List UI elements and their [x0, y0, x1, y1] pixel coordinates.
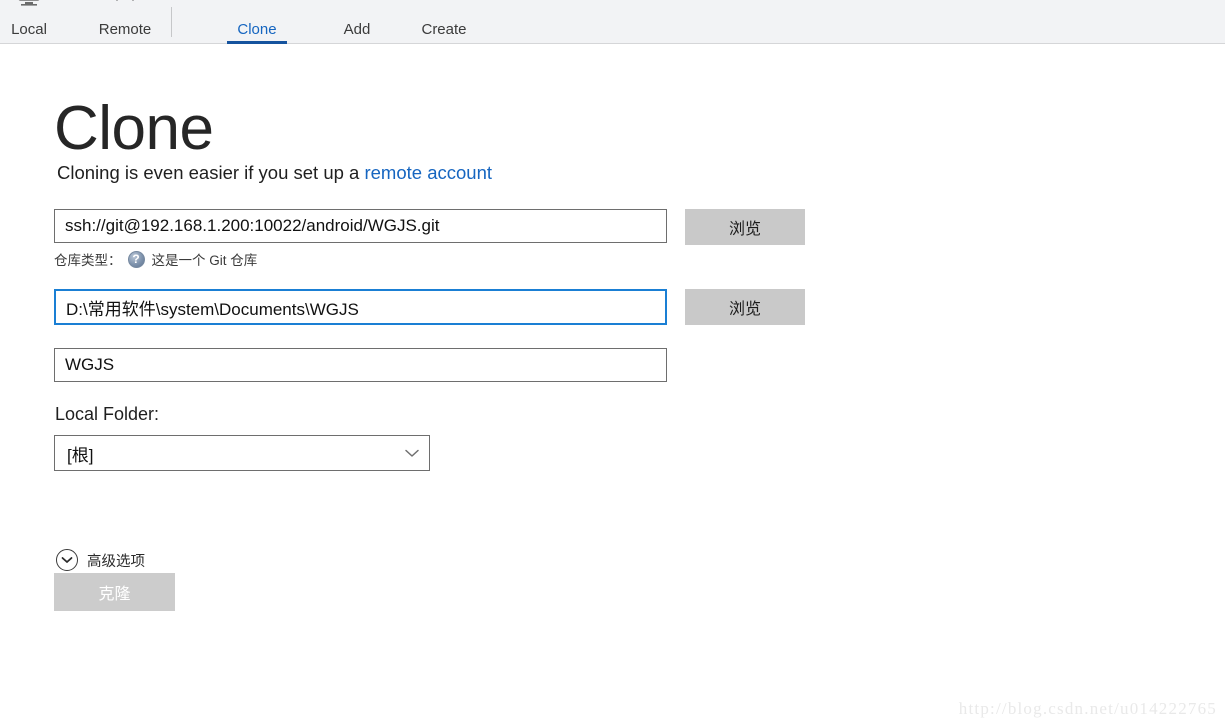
chevron-down-circle-icon	[56, 549, 78, 571]
tab-local[interactable]: Local	[0, 0, 58, 44]
remote-account-link[interactable]: remote account	[364, 162, 492, 183]
folder-icon	[340, 0, 374, 12]
clone-page: Clone Cloning is even easier if you set …	[0, 44, 1225, 725]
page-subtitle: Cloning is even easier if you set up a r…	[57, 162, 492, 184]
tab-strip: Local Remote Clone	[0, 0, 479, 44]
repo-type-value: 这是一个 Git 仓库	[152, 249, 258, 269]
help-question-icon[interactable]: ?	[128, 251, 145, 268]
tab-local-label: Local	[11, 22, 47, 38]
monitor-icon	[12, 0, 46, 12]
toolbar-separator	[171, 7, 172, 37]
tab-add[interactable]: Add	[333, 0, 381, 44]
page-title: Clone	[54, 98, 214, 160]
repository-name-input[interactable]	[54, 348, 667, 382]
tab-remote-label: Remote	[99, 22, 152, 38]
tab-remote[interactable]: Remote	[88, 0, 162, 44]
local-folder-value: [根]	[55, 441, 395, 466]
local-folder-select[interactable]: [根]	[54, 435, 430, 471]
page-subtitle-text: Cloning is even easier if you set up a	[57, 162, 364, 183]
clone-download-icon	[240, 0, 274, 12]
clone-button[interactable]: 克隆	[54, 573, 175, 611]
tab-create-label: Create	[421, 22, 466, 38]
repo-type-row: 仓库类型： ? 这是一个 Git 仓库	[54, 249, 257, 269]
repo-type-label: 仓库类型：	[54, 249, 122, 269]
create-icon	[427, 0, 461, 12]
local-folder-label: Local Folder:	[55, 404, 159, 425]
tab-create[interactable]: Create	[409, 0, 479, 44]
tab-add-label: Add	[344, 22, 371, 38]
advanced-options-toggle[interactable]: 高级选项	[56, 549, 145, 571]
tab-clone[interactable]: Clone	[219, 0, 295, 44]
destination-path-input[interactable]	[54, 289, 667, 325]
watermark: http://blog.csdn.net/u014222765	[959, 699, 1217, 719]
chevron-down-icon	[395, 448, 429, 458]
browse-url-button[interactable]: 浏览	[685, 209, 805, 245]
advanced-options-label: 高级选项	[87, 550, 145, 571]
top-toolbar: Local Remote Clone	[0, 0, 1225, 44]
cloud-icon	[108, 0, 142, 12]
tab-clone-label: Clone	[237, 22, 276, 38]
clone-url-input[interactable]	[54, 209, 667, 243]
browse-path-button[interactable]: 浏览	[685, 289, 805, 325]
